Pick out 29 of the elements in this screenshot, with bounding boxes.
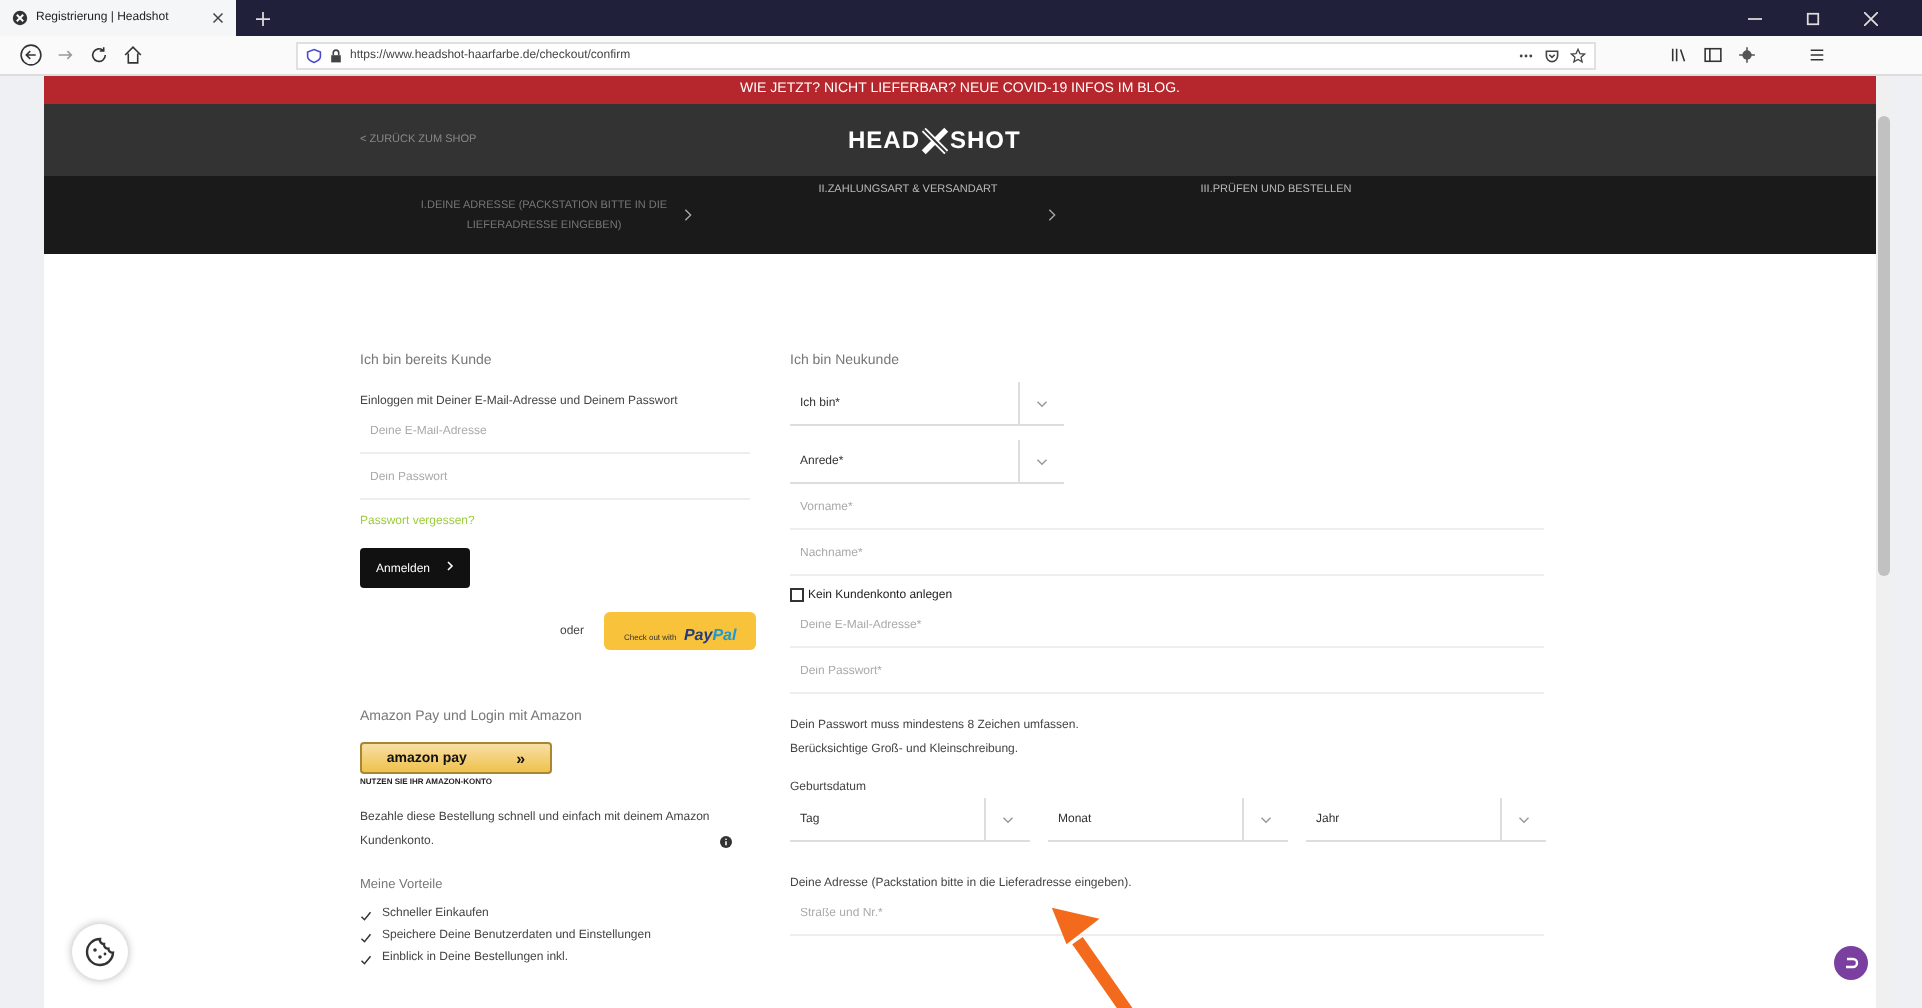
chevron-right-icon (446, 560, 455, 572)
close-icon[interactable] (212, 12, 224, 24)
chevron-down-icon[interactable] (1002, 815, 1014, 823)
pocket-icon[interactable] (1544, 47, 1560, 63)
back-icon[interactable] (20, 44, 42, 66)
home-icon[interactable] (122, 44, 144, 66)
logo-icon (12, 10, 28, 26)
chat-button[interactable] (1834, 946, 1868, 980)
new-tab-icon[interactable] (256, 11, 270, 25)
headshot-logo[interactable]: HEAD SHOT (848, 125, 1021, 155)
chevron-right-icon (1048, 208, 1056, 222)
reload-icon[interactable] (88, 44, 110, 66)
cookie-icon (84, 936, 116, 968)
chevron-down-icon[interactable] (1518, 815, 1530, 823)
chevron-down-icon[interactable] (1260, 815, 1272, 823)
shield-icon (306, 47, 322, 63)
cookie-settings-button[interactable] (72, 924, 128, 980)
info-icon[interactable] (720, 836, 732, 848)
checkbox[interactable] (790, 588, 804, 602)
lock-icon (328, 47, 344, 63)
restore-icon[interactable] (1806, 11, 1820, 25)
star-icon[interactable] (1570, 47, 1586, 63)
menu-icon[interactable] (1806, 44, 1828, 66)
chevron-down-icon[interactable] (1036, 457, 1048, 465)
sidebar-icon[interactable] (1702, 44, 1724, 66)
chevron-down-icon[interactable] (1036, 399, 1048, 407)
chat-logo-icon (1840, 952, 1860, 972)
chevron-right-icon (684, 208, 692, 222)
library-icon[interactable] (1668, 44, 1690, 66)
